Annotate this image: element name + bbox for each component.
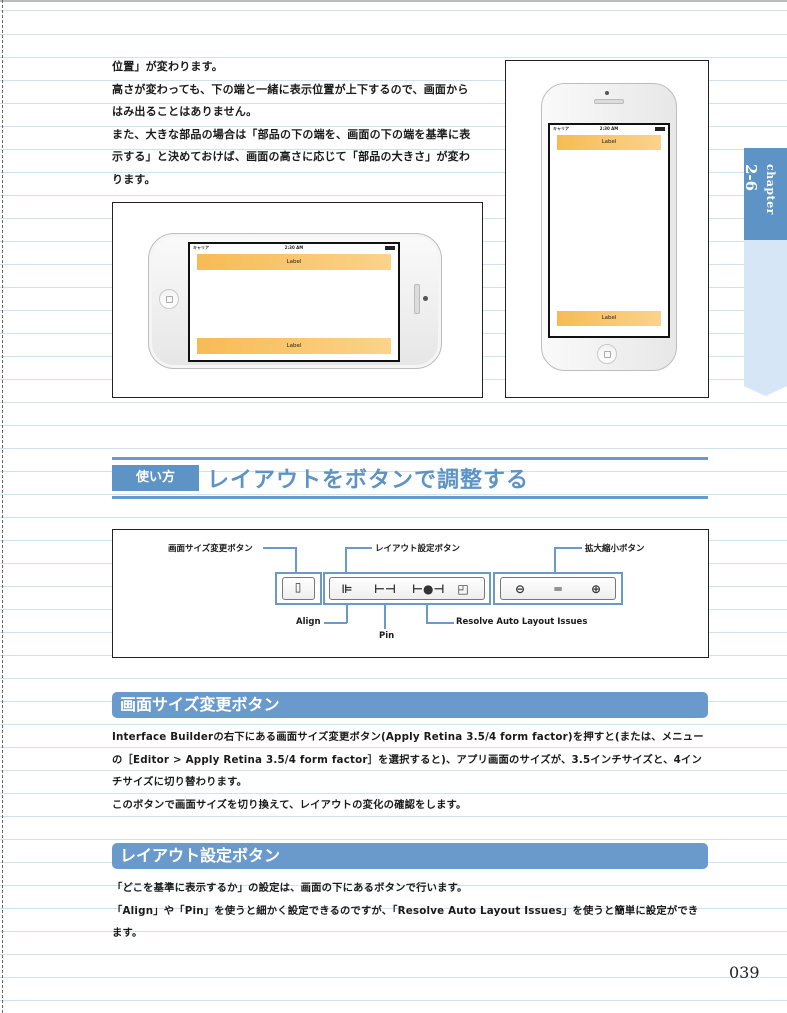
leader-line [324, 622, 347, 624]
top-border [0, 0, 787, 2]
intro-paragraph: 位置」が変わります。 高さが変わっても、下の端と一緒に表示位置が上下するので、画… [112, 56, 470, 191]
zoom-in-icon[interactable]: ⊕ [583, 583, 609, 595]
text-line: 示する」と決めておけば、画面の高さに応じて「部品の大きさ」が変わ [112, 150, 471, 163]
callout-size-button: 画面サイズ変更ボタン [168, 544, 253, 554]
label-align: Align [296, 617, 321, 627]
leader-line [426, 622, 454, 624]
text-line: の［Editor > Apply Retina 3.5/4 form facto… [112, 753, 702, 766]
home-button [597, 344, 617, 364]
subsection-heading-size: 画面サイズ変更ボタン [112, 692, 708, 718]
label-resolve: Resolve Auto Layout Issues [456, 617, 588, 627]
size-button-group: ▯ [275, 572, 322, 605]
phone-portrait: キャリア 2:30 AM Label Label [541, 83, 677, 371]
status-bar: キャリア 2:30 AM [193, 245, 395, 252]
zoom-button-group: ⊖ ═ ⊕ [493, 572, 623, 605]
chapter-number: 2-6 [742, 164, 760, 192]
leader-line [345, 547, 347, 573]
subsection-heading-layout: レイアウト設定ボタン [112, 843, 708, 869]
leader-line [554, 547, 582, 549]
portrait-phone-figure: キャリア 2:30 AM Label Label [505, 60, 709, 398]
toolbar-figure: 画面サイズ変更ボタン レイアウト設定ボタン 拡大縮小ボタン Align Pin … [112, 529, 709, 658]
callout-layout-button: レイアウト設定ボタン [375, 544, 461, 554]
camera-dot [423, 296, 428, 301]
label-bottom: Label [557, 311, 661, 326]
text-line: はみ出ることはありません。 [112, 105, 258, 118]
chapter-word: chapter [764, 164, 777, 215]
section-title: レイアウトをボタンで調整する [207, 468, 530, 493]
layout-button-group: ⊫ ⊢⊣ ⊢●⊣ ◰ [323, 572, 491, 605]
callout-zoom-button: 拡大縮小ボタン [585, 544, 645, 554]
resolve-icon[interactable]: ⊢●⊣ [412, 583, 444, 595]
leader-line [384, 601, 386, 629]
leader-line [263, 547, 296, 549]
resize-icon[interactable]: ◰ [450, 583, 476, 595]
text-line: このボタンで画面サイズを切り換えて、レイアウトの変化の確認をします。 [112, 798, 467, 811]
status-time: 2:30 AM [284, 245, 304, 250]
heading-rule-top [112, 457, 708, 460]
home-button [159, 289, 179, 309]
phone-landscape: キャリア 2:30 AM Label Label [148, 233, 442, 369]
chapter-label: chapter 2-6 [742, 164, 780, 234]
phone-icon: ▯ [294, 580, 302, 594]
battery-icon [385, 246, 395, 250]
section-badge: 使い方 [112, 465, 199, 491]
text-line: ます。 [112, 927, 143, 939]
subsection2-text: 「どこを基準に表示するか」の設定は、画面の下にあるボタンで行います。 「Alig… [112, 877, 698, 945]
text-line: 「どこを基準に表示するか」の設定は、画面の下にあるボタンで行います。 [112, 882, 468, 894]
status-bar: キャリア 2:30 AM [553, 126, 665, 133]
leader-line [554, 547, 556, 573]
text-line: 位置」が変わります。 [112, 60, 223, 73]
layout-buttons: ⊫ ⊢⊣ ⊢●⊣ ◰ [329, 577, 485, 600]
text-line: また、大きな部品の場合は「部品の下の端を、画面の下の端を基準に表 [112, 127, 471, 141]
zoom-out-icon[interactable]: ⊖ [507, 583, 533, 595]
label-pin: Pin [379, 631, 395, 641]
camera-dot [605, 91, 609, 95]
text-line: チサイズに切り替わります。 [112, 776, 248, 788]
phone-screen: キャリア 2:30 AM Label Label [548, 123, 670, 338]
text-line: 「Align」や「Pin」を使うと細かく設定できるのですが、「Resolve A… [112, 904, 699, 917]
text-line: ります。 [112, 172, 156, 186]
label-top: Label [197, 254, 391, 270]
battery-icon [655, 127, 665, 131]
text-line: 高さが変わっても、下の端と一緒に表示位置が上下するので、画面から [112, 82, 469, 96]
status-time: 2:30 AM [599, 126, 619, 131]
zoom-fit-icon[interactable]: ═ [545, 583, 571, 595]
pin-icon[interactable]: ⊢⊣ [372, 583, 398, 595]
speaker-slot [594, 99, 624, 104]
leader-line [295, 547, 297, 573]
text-line: Interface Builderの右下にある画面サイズ変更ボタン(Apply … [112, 731, 704, 743]
label-top: Label [557, 135, 661, 150]
landscape-phone-figure: キャリア 2:30 AM Label Label [112, 202, 483, 398]
speaker-slot [414, 284, 420, 314]
phone-screen: キャリア 2:30 AM Label Label [188, 242, 400, 362]
page-number: 039 [729, 963, 760, 982]
align-icon[interactable]: ⊫ [334, 583, 360, 595]
heading-rule-bottom [112, 496, 708, 499]
size-button[interactable]: ▯ [282, 577, 315, 600]
subsection1-text: Interface Builderの右下にある画面サイズ変更ボタン(Apply … [112, 726, 704, 816]
label-bottom: Label [197, 338, 391, 354]
crop-mark-left [2, 0, 3, 1013]
zoom-buttons: ⊖ ═ ⊕ [500, 577, 616, 600]
leader-line [345, 547, 372, 549]
